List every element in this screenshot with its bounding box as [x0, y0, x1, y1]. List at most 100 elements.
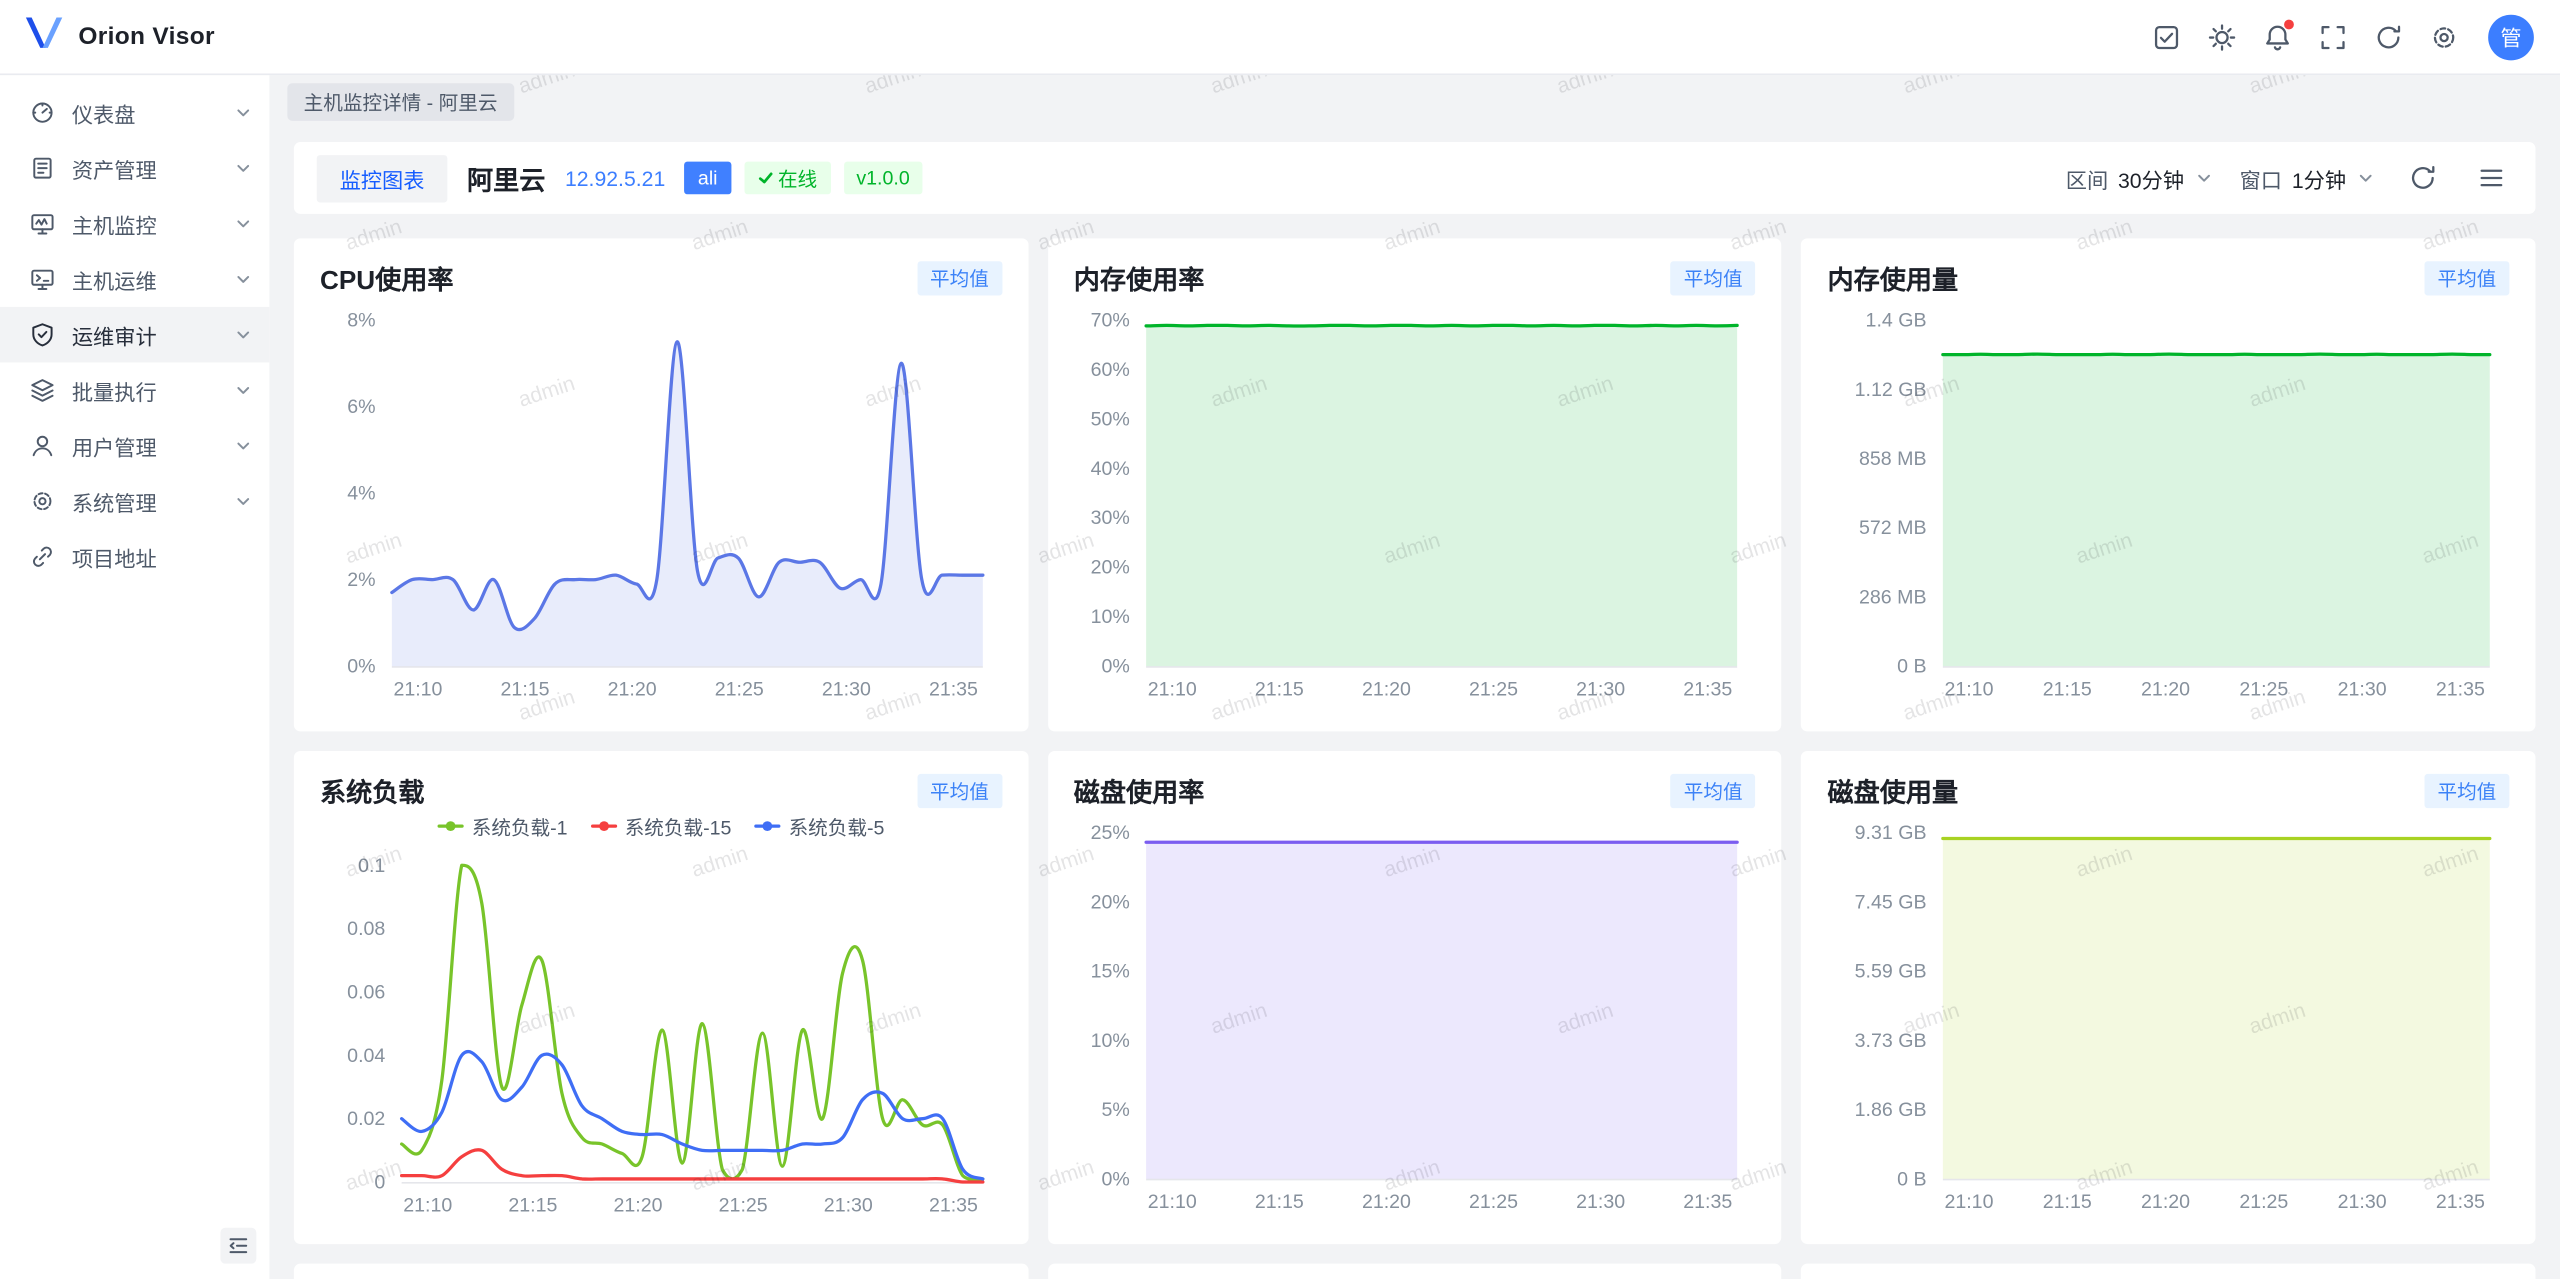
- svg-text:21:20: 21:20: [2142, 1191, 2191, 1213]
- legend-item[interactable]: 系统负载-1: [437, 812, 567, 840]
- sidebar-item-assets[interactable]: 资产管理: [0, 140, 269, 196]
- svg-text:21:25: 21:25: [719, 1194, 768, 1216]
- svg-text:3.73 GB: 3.73 GB: [1855, 1030, 1927, 1052]
- chevron-down-icon: [233, 325, 253, 345]
- sidebar-collapse-button[interactable]: [220, 1228, 256, 1264]
- sidebar-item-host-ops[interactable]: 主机运维: [0, 251, 269, 307]
- svg-text:40%: 40%: [1090, 458, 1129, 480]
- svg-text:21:15: 21:15: [501, 679, 550, 701]
- project-link-icon: [29, 544, 55, 570]
- svg-text:6%: 6%: [347, 396, 375, 418]
- chart-card: 系统负载平均值系统负载-1系统负载-15系统负载-500.020.040.060…: [294, 751, 1028, 1244]
- svg-text:0%: 0%: [1101, 1168, 1129, 1190]
- svg-text:7.45 GB: 7.45 GB: [1855, 891, 1927, 913]
- chart-controls: 区间 30分钟 窗口 1分钟: [2066, 157, 2513, 199]
- svg-text:0: 0: [374, 1172, 385, 1194]
- monitor-chart-button[interactable]: 监控图表: [317, 154, 448, 201]
- host-tags: ali在线v1.0.0: [685, 162, 923, 195]
- svg-text:21:25: 21:25: [2240, 679, 2289, 701]
- avg-badge[interactable]: 平均值: [917, 260, 1002, 294]
- fullscreen-icon[interactable]: [2305, 12, 2361, 61]
- sidebar-item-ops-audit[interactable]: 运维审计: [0, 307, 269, 363]
- sidebar-item-label: 主机监控: [72, 208, 217, 239]
- chart-canvas[interactable]: 0%2%4%6%8%21:1021:1521:2021:2521:3021:35: [320, 297, 1002, 708]
- svg-text:21:20: 21:20: [1361, 1191, 1410, 1213]
- avg-badge[interactable]: 平均值: [1671, 260, 1756, 294]
- settings-icon[interactable]: [2416, 12, 2472, 61]
- avg-badge[interactable]: 平均值: [2424, 773, 2509, 807]
- chart-canvas[interactable]: 0%5%10%15%20%25%21:1021:1521:2021:2521:3…: [1074, 810, 1756, 1221]
- legend-item[interactable]: 系统负载-15: [590, 812, 731, 840]
- svg-text:15%: 15%: [1090, 961, 1129, 983]
- svg-text:21:15: 21:15: [2043, 679, 2092, 701]
- sidebar-item-system[interactable]: 系统管理: [0, 473, 269, 529]
- svg-text:21:35: 21:35: [1683, 1191, 1732, 1213]
- chart-card: 磁盘使用率平均值0%5%10%15%20%25%21:1021:1521:202…: [1048, 751, 1782, 1244]
- chart-canvas[interactable]: 0 B1.86 GB3.73 GB5.59 GB7.45 GB9.31 GB21…: [1827, 810, 2509, 1221]
- refresh-icon[interactable]: [2361, 12, 2417, 61]
- sidebar-item-users[interactable]: 用户管理: [0, 418, 269, 474]
- content: 主机监控详情 - 阿里云 监控图表 阿里云 12.92.5.21 ali在线v1…: [269, 75, 2560, 1279]
- avg-badge[interactable]: 平均值: [1671, 773, 1756, 807]
- svg-text:21:30: 21:30: [2338, 679, 2387, 701]
- avg-badge[interactable]: 平均值: [2424, 260, 2509, 294]
- legend-item[interactable]: 系统负载-5: [754, 812, 884, 840]
- chart-title: 磁盘使用量: [1827, 771, 1958, 810]
- notification-icon[interactable]: [2250, 12, 2306, 61]
- users-icon: [29, 433, 55, 459]
- svg-text:21:10: 21:10: [1945, 679, 1994, 701]
- avatar[interactable]: 管: [2488, 14, 2534, 60]
- sidebar-item-project-link[interactable]: 项目地址: [0, 529, 269, 585]
- svg-text:0 B: 0 B: [1898, 656, 1927, 678]
- sidebar: 仪表盘资产管理主机监控主机运维运维审计批量执行用户管理系统管理项目地址: [0, 75, 269, 1279]
- chart-card: 内存使用率平均值0%10%20%30%40%50%60%70%21:1021:1…: [1048, 238, 1782, 731]
- chevron-down-icon: [2356, 168, 2376, 188]
- svg-text:21:20: 21:20: [2142, 679, 2191, 701]
- svg-text:21:30: 21:30: [2338, 1191, 2387, 1213]
- chart-canvas[interactable]: 0%10%20%30%40%50%60%70%21:1021:1521:2021…: [1074, 297, 1756, 708]
- window-select[interactable]: 窗口 1分钟: [2240, 162, 2376, 193]
- svg-text:21:25: 21:25: [1468, 679, 1517, 701]
- svg-text:21:35: 21:35: [929, 1194, 978, 1216]
- chart-config-button[interactable]: [2470, 157, 2512, 199]
- legend-marker-icon: [437, 824, 463, 827]
- svg-text:20%: 20%: [1090, 891, 1129, 913]
- sidebar-item-batch-exec[interactable]: 批量执行: [0, 362, 269, 418]
- breadcrumb-tab[interactable]: 主机监控详情 - 阿里云: [287, 83, 513, 121]
- chevron-down-icon: [233, 380, 253, 400]
- svg-text:21:35: 21:35: [929, 679, 978, 701]
- avg-badge[interactable]: 平均值: [917, 773, 1002, 807]
- svg-text:858 MB: 858 MB: [1860, 448, 1927, 470]
- svg-text:50%: 50%: [1090, 408, 1129, 430]
- sidebar-item-label: 批量执行: [72, 375, 217, 406]
- chart-card: 内存使用量平均值0 B286 MB572 MB858 MB1.12 GB1.4 …: [1801, 238, 2535, 731]
- chart-canvas[interactable]: 0 B286 MB572 MB858 MB1.12 GB1.4 GB21:102…: [1827, 297, 2509, 708]
- host-tag: v1.0.0: [843, 162, 923, 195]
- chevron-down-icon: [233, 269, 253, 289]
- svg-text:21:10: 21:10: [403, 1194, 452, 1216]
- batch-exec-icon: [29, 377, 55, 403]
- legend-marker-icon: [754, 824, 780, 827]
- host-ip[interactable]: 12.92.5.21: [565, 166, 665, 190]
- svg-text:5.59 GB: 5.59 GB: [1855, 961, 1927, 983]
- chart-canvas[interactable]: 00.020.040.060.080.121:1021:1521:2021:25…: [320, 842, 1002, 1224]
- svg-text:1.86 GB: 1.86 GB: [1855, 1099, 1927, 1121]
- sidebar-item-host-monitor[interactable]: 主机监控: [0, 196, 269, 252]
- sidebar-item-dashboard[interactable]: 仪表盘: [0, 85, 269, 141]
- svg-text:30%: 30%: [1090, 507, 1129, 529]
- dashboard-icon: [29, 100, 55, 126]
- svg-text:0.1: 0.1: [358, 855, 385, 877]
- svg-text:21:10: 21:10: [1147, 679, 1196, 701]
- chevron-down-icon: [233, 491, 253, 511]
- sidebar-item-label: 项目地址: [72, 541, 253, 572]
- brand[interactable]: Orion Visor: [23, 13, 215, 60]
- theme-icon[interactable]: [2194, 12, 2250, 61]
- todo-icon[interactable]: [2139, 12, 2195, 61]
- refresh-button[interactable]: [2402, 157, 2444, 199]
- chart-title: CPU使用率: [320, 258, 454, 297]
- svg-text:21:25: 21:25: [715, 679, 764, 701]
- chevron-down-icon: [233, 103, 253, 123]
- svg-text:572 MB: 572 MB: [1860, 517, 1927, 539]
- interval-select[interactable]: 区间 30分钟: [2066, 162, 2214, 193]
- chart-title: 磁盘使用率: [1074, 771, 1205, 810]
